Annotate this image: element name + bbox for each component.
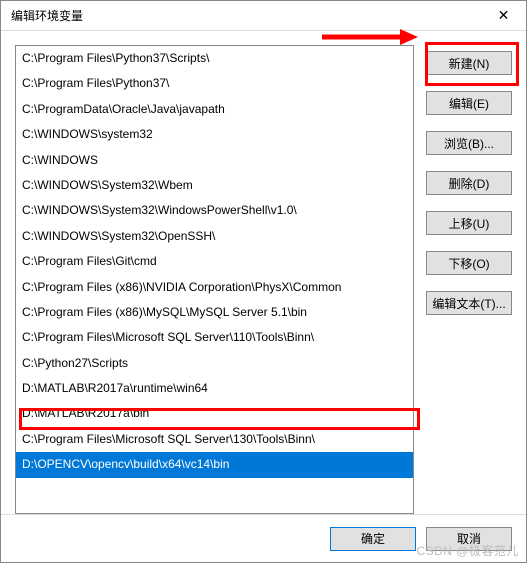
- list-item[interactable]: C:\Program Files (x86)\MySQL\MySQL Serve…: [16, 300, 413, 325]
- side-buttons: 新建(N) 编辑(E) 浏览(B)... 删除(D) 上移(U) 下移(O) 编…: [426, 45, 512, 514]
- edit-button[interactable]: 编辑(E): [426, 91, 512, 115]
- window-title: 编辑环境变量: [11, 7, 83, 24]
- list-item[interactable]: C:\Program Files\Microsoft SQL Server\11…: [16, 325, 413, 350]
- move-down-button[interactable]: 下移(O): [426, 251, 512, 275]
- path-list[interactable]: C:\Program Files\Python37\Scripts\C:\Pro…: [15, 45, 414, 514]
- list-item[interactable]: C:\Program Files\Python37\Scripts\: [16, 46, 413, 71]
- list-item[interactable]: D:\MATLAB\R2017a\bin: [16, 401, 413, 426]
- list-item[interactable]: C:\ProgramData\Oracle\Java\javapath: [16, 97, 413, 122]
- dialog-window: 编辑环境变量 ✕ C:\Program Files\Python37\Scrip…: [0, 0, 527, 563]
- list-item[interactable]: C:\Program Files (x86)\NVIDIA Corporatio…: [16, 275, 413, 300]
- edit-text-button[interactable]: 编辑文本(T)...: [426, 291, 512, 315]
- new-button[interactable]: 新建(N): [426, 51, 512, 75]
- list-item[interactable]: C:\Program Files\Microsoft SQL Server\13…: [16, 427, 413, 452]
- list-item[interactable]: C:\Python27\Scripts: [16, 351, 413, 376]
- cancel-button[interactable]: 取消: [426, 527, 512, 551]
- list-item[interactable]: C:\WINDOWS\system32: [16, 122, 413, 147]
- delete-button[interactable]: 删除(D): [426, 171, 512, 195]
- list-item[interactable]: D:\OPENCV\opencv\build\x64\vc14\bin: [16, 452, 413, 477]
- move-up-button[interactable]: 上移(U): [426, 211, 512, 235]
- list-item[interactable]: C:\WINDOWS: [16, 148, 413, 173]
- list-item[interactable]: C:\Program Files\Git\cmd: [16, 249, 413, 274]
- list-item[interactable]: C:\WINDOWS\System32\Wbem: [16, 173, 413, 198]
- list-item[interactable]: C:\Program Files\Python37\: [16, 71, 413, 96]
- titlebar: 编辑环境变量 ✕: [1, 1, 526, 31]
- close-icon: ✕: [498, 7, 510, 24]
- list-item[interactable]: D:\MATLAB\R2017a\runtime\win64: [16, 376, 413, 401]
- close-button[interactable]: ✕: [481, 1, 526, 31]
- list-item[interactable]: C:\WINDOWS\System32\WindowsPowerShell\v1…: [16, 198, 413, 223]
- browse-button[interactable]: 浏览(B)...: [426, 131, 512, 155]
- list-item[interactable]: C:\WINDOWS\System32\OpenSSH\: [16, 224, 413, 249]
- footer: 确定 取消: [1, 514, 526, 562]
- content-area: C:\Program Files\Python37\Scripts\C:\Pro…: [1, 31, 526, 514]
- ok-button[interactable]: 确定: [330, 527, 416, 551]
